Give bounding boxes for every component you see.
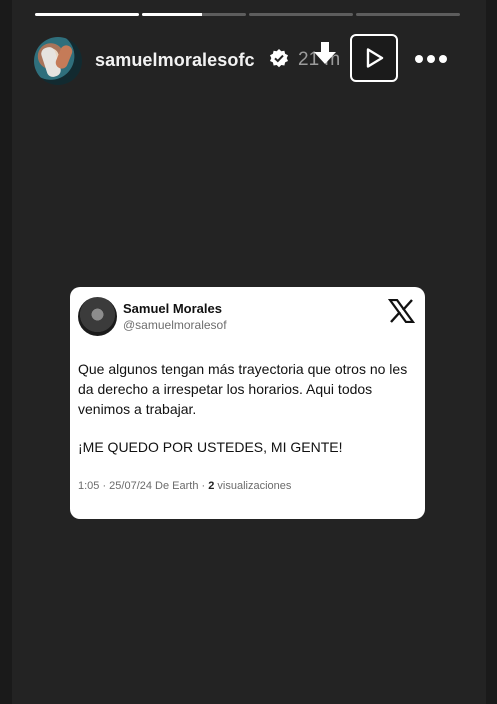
tweet-meta: 1:05 · 25/07/24 De Earth · 2 visualizaci… bbox=[78, 480, 291, 492]
tweet-body-text: Que algunos tengan más trayectoria que o… bbox=[78, 361, 408, 417]
tweet-avatar bbox=[78, 297, 117, 336]
x-logo-icon bbox=[388, 299, 415, 323]
play-icon bbox=[366, 48, 384, 68]
tweet-screenshot-card: Samuel Morales @samuelmoralesof Que algu… bbox=[70, 287, 425, 519]
progress-fill bbox=[35, 13, 139, 16]
progress-segment bbox=[356, 13, 460, 16]
progress-segment bbox=[249, 13, 353, 16]
story-progress-bar bbox=[35, 13, 461, 16]
tweet-views-label: visualizaciones bbox=[214, 480, 292, 492]
progress-segment bbox=[142, 13, 246, 16]
avatar[interactable] bbox=[34, 37, 82, 85]
play-button[interactable] bbox=[350, 34, 398, 82]
progress-fill bbox=[142, 13, 203, 16]
story-header: samuelmoralesofc 21 m bbox=[34, 34, 464, 85]
username[interactable]: samuelmoralesofc bbox=[95, 50, 255, 71]
story-viewer[interactable]: samuelmoralesofc 21 m Samuel Morales @sa… bbox=[12, 0, 486, 704]
tweet-timestamp-source: 1:05 · 25/07/24 De Earth · bbox=[78, 480, 209, 492]
tweet-text: Que algunos tengan más trayectoria que o… bbox=[78, 359, 418, 439]
progress-segment bbox=[35, 13, 139, 16]
tweet-author-handle: @samuelmoralesof bbox=[123, 318, 227, 332]
more-options-button[interactable] bbox=[415, 49, 447, 69]
download-icon[interactable] bbox=[313, 42, 337, 68]
tweet-author-name: Samuel Morales bbox=[123, 301, 222, 316]
verified-badge-icon bbox=[270, 49, 288, 68]
more-icon bbox=[415, 55, 423, 63]
tweet-shout-text: ¡ME QUEDO POR USTEDES, MI GENTE! bbox=[78, 439, 343, 455]
